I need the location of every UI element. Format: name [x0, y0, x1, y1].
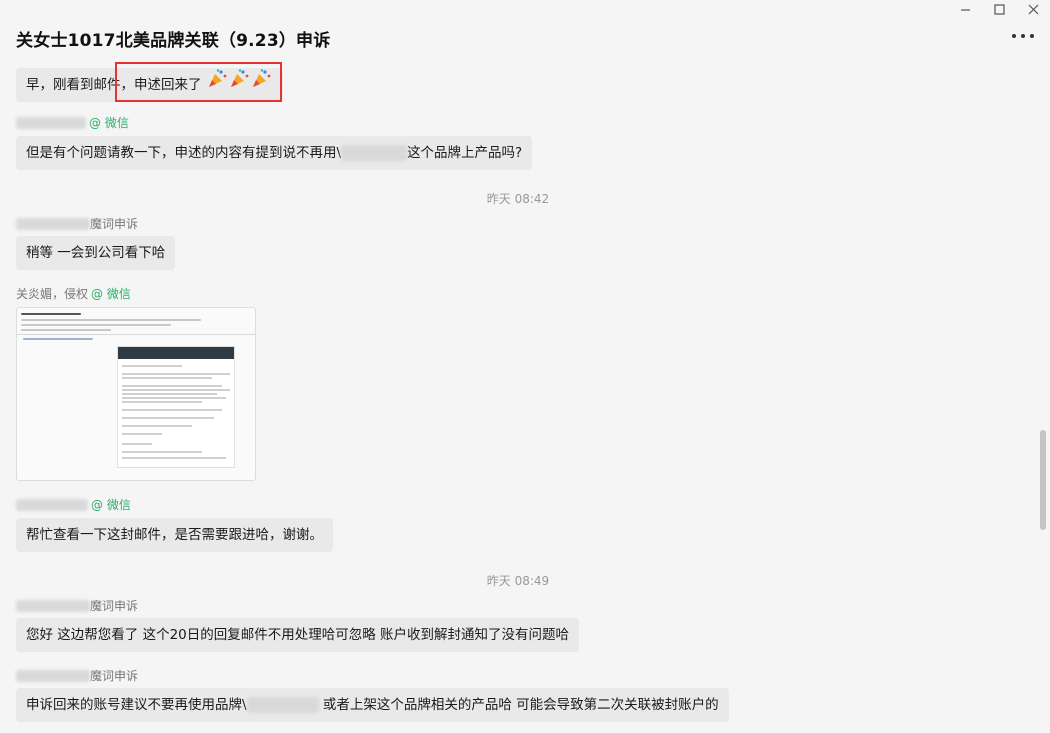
message-text: 稍等 一会到公司看下哈 [26, 245, 166, 261]
more-icon[interactable] [1012, 26, 1034, 46]
image-email-doc [117, 346, 235, 468]
message-sender: @ 微信 [16, 115, 129, 131]
blurred-name [16, 218, 90, 230]
scrollbar-thumb[interactable] [1040, 430, 1046, 530]
blurred-brand [246, 697, 319, 713]
image-detail [122, 425, 192, 427]
chat-header: 关女士1017北美品牌关联（9.23）申诉 [0, 18, 1050, 58]
image-detail [122, 433, 162, 435]
message-text: 这个品牌上产品吗? [407, 145, 523, 161]
sender-source: @ 微信 [91, 287, 131, 301]
image-detail [118, 347, 234, 359]
sender-suffix: 魔词申诉 [90, 217, 139, 231]
blurred-name [16, 499, 88, 511]
image-detail [122, 397, 226, 399]
image-detail [122, 373, 230, 375]
image-detail [122, 409, 222, 411]
more-dot [1021, 34, 1025, 38]
image-detail [21, 324, 171, 326]
message-text: 但是有个问题请教一下，申述的内容有提到说不再用\ [26, 145, 342, 161]
message-text: 申诉回来的账号建议不要再使用品牌\ [26, 697, 247, 713]
maximize-icon[interactable] [982, 0, 1016, 18]
sender-suffix: 魔词申诉 [90, 599, 139, 613]
minimize-icon[interactable] [948, 0, 982, 18]
party-popper-icon [207, 68, 273, 102]
image-detail [122, 417, 214, 419]
message-sender: @ 微信 [16, 497, 131, 513]
image-detail [122, 377, 212, 379]
timestamp: 昨天 08:42 [486, 192, 550, 206]
chat-title: 关女士1017北美品牌关联（9.23）申诉 [16, 31, 331, 51]
image-detail [21, 319, 201, 321]
image-detail [122, 443, 152, 445]
message-bubble[interactable]: 但是有个问题请教一下，申述的内容有提到说不再用\ 这个品牌上产品吗? [16, 136, 533, 170]
image-detail [122, 401, 202, 403]
sender-source: @ 微信 [89, 116, 129, 130]
image-detail [122, 393, 217, 395]
chat-messages[interactable]: 早，刚看到邮件，申述回来了 @ 微信 但是有个问题请教一下，申述的内容有提到说不… [0, 58, 1036, 733]
image-detail [122, 385, 222, 387]
image-detail [17, 334, 255, 335]
message-bubble[interactable]: 您好 这边帮您看了 这个20日的回复邮件不用处理哈可忽略 账户收到解封通知了没有… [16, 618, 580, 652]
image-detail [21, 329, 111, 331]
message-sender: 魔词申诉 [16, 598, 138, 614]
message-bubble[interactable]: 申诉回来的账号建议不要再使用品牌\ 或者上架这个品牌相关的产品哈 可能会导致第二… [16, 688, 729, 722]
message-text: 帮忙查看一下这封邮件，是否需要跟进哈，谢谢。 [26, 527, 323, 543]
image-detail [122, 457, 226, 459]
message-text: 或者上架这个品牌相关的产品哈 可能会导致第二次关联被封账户的 [318, 697, 719, 713]
image-detail [122, 365, 182, 367]
scrollbar[interactable] [1039, 0, 1047, 733]
message-sender: 魔词申诉 [16, 668, 138, 684]
message-bubble[interactable]: 帮忙查看一下这封邮件，是否需要跟进哈，谢谢。 [16, 518, 333, 552]
message-text: 您好 这边帮您看了 这个20日的回复邮件不用处理哈可忽略 账户收到解封通知了没有… [26, 627, 570, 643]
blurred-name [16, 117, 86, 129]
blurred-brand [341, 145, 408, 161]
blurred-name [16, 600, 90, 612]
message-text: 早，刚看到邮件，申述回来了 [26, 77, 202, 93]
message-sender: 魔词申诉 [16, 216, 138, 232]
sender-source: @ 微信 [91, 498, 131, 512]
blurred-name [16, 670, 90, 682]
window-controls [948, 0, 1050, 18]
timestamp: 昨天 08:49 [486, 574, 550, 588]
message-bubble[interactable]: 早，刚看到邮件，申述回来了 [16, 68, 283, 102]
sender-name: 关炎媚，侵权 [16, 287, 89, 301]
sender-suffix: 魔词申诉 [90, 669, 139, 683]
image-detail [122, 451, 202, 453]
image-detail [23, 338, 93, 340]
image-detail [21, 313, 81, 315]
more-dot [1012, 34, 1016, 38]
image-detail [122, 389, 230, 391]
email-screenshot-image[interactable] [16, 307, 256, 481]
message-bubble[interactable]: 稍等 一会到公司看下哈 [16, 236, 176, 270]
more-dot [1030, 34, 1034, 38]
message-sender: 关炎媚，侵权 @ 微信 [16, 286, 131, 302]
